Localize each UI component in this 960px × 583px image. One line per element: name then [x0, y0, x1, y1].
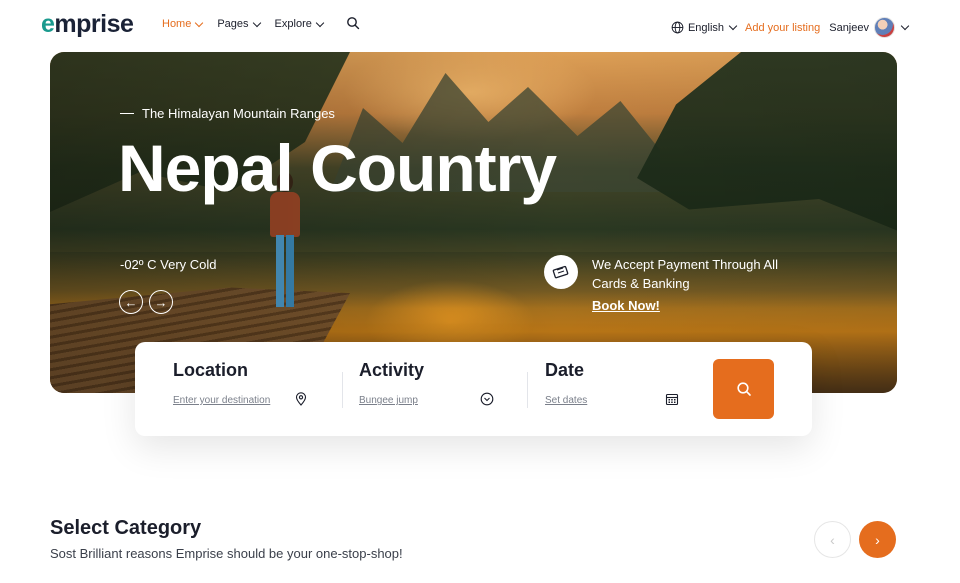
nav-item-label: Home — [162, 18, 192, 30]
logo-first-letter: e — [41, 10, 55, 38]
user-menu[interactable]: Sanjeev — [829, 17, 910, 38]
calendar-icon[interactable] — [665, 392, 679, 406]
divider — [342, 372, 343, 408]
date-label: Date — [545, 360, 585, 380]
payment-text: We Accept Payment Through All Cards & Ba… — [592, 257, 778, 291]
location-input[interactable]: Enter your destination — [173, 395, 270, 406]
language-label: English — [687, 21, 725, 34]
add-listing-link[interactable]: Add your listing — [745, 22, 820, 34]
temperature-text: -02º C Very Cold — [120, 257, 217, 272]
header-right: English Add your listing Sanjeev — [671, 17, 910, 38]
activity-select[interactable]: Bungee jump — [359, 395, 418, 406]
category-prev-button[interactable]: ‹ — [814, 521, 851, 558]
arrow-right-icon[interactable]: → — [149, 290, 173, 314]
book-now-link[interactable]: Book Now! — [592, 298, 660, 313]
search-icon — [736, 382, 751, 396]
user-name: Sanjeev — [829, 21, 869, 34]
chevron-left-icon: ‹ — [830, 531, 835, 548]
date-field: Date Set dates — [545, 360, 679, 406]
chevron-down-icon — [252, 18, 261, 27]
chevron-right-icon: › — [875, 531, 880, 548]
divider — [527, 372, 528, 408]
arrow-left-icon[interactable]: ← — [119, 290, 143, 314]
logo[interactable]: emprise — [41, 10, 134, 39]
nav-item-pages[interactable]: Pages — [217, 18, 261, 30]
chevron-down-icon — [315, 18, 325, 27]
hero-title: Nepal Country — [118, 131, 557, 205]
chevron-down-icon — [900, 21, 910, 31]
globe-icon — [671, 21, 684, 34]
payment-info: We Accept Payment Through All Cards & Ba… — [544, 255, 792, 293]
site-header: emprise Home Pages Explore English Add y… — [0, 0, 960, 50]
nav-item-home[interactable]: Home — [162, 18, 204, 30]
chevron-circle-icon[interactable] — [480, 392, 494, 406]
nav-item-label: Explore — [274, 18, 312, 30]
logo-rest: mprise — [54, 10, 134, 38]
activity-field: Activity Bungee jump — [359, 360, 494, 406]
nav-item-label: Pages — [217, 18, 249, 30]
chevron-down-icon — [195, 18, 204, 27]
nav-item-explore[interactable]: Explore — [274, 18, 325, 30]
section-subtitle: Sost Brilliant reasons Emprise should be… — [50, 546, 403, 561]
main-nav: Home Pages Explore — [162, 18, 325, 30]
chevron-down-icon — [728, 21, 738, 31]
hero-slider-controls: ← → — [119, 290, 173, 314]
category-next-button[interactable]: › — [859, 521, 896, 558]
language-selector[interactable]: English — [671, 21, 738, 34]
ticket-icon — [544, 255, 578, 289]
search-panel: Location Enter your destination Activity… — [135, 342, 812, 436]
search-icon[interactable] — [346, 16, 360, 30]
location-field: Location Enter your destination — [173, 360, 307, 406]
dash-decoration — [120, 112, 134, 115]
map-pin-icon — [295, 392, 307, 406]
activity-label: Activity — [359, 360, 425, 380]
search-button[interactable] — [713, 359, 774, 419]
hero-subtitle: The Himalayan Mountain Ranges — [120, 106, 335, 121]
date-input[interactable]: Set dates — [545, 395, 587, 406]
avatar — [874, 17, 895, 38]
section-title: Select Category — [50, 517, 202, 539]
location-label: Location — [173, 360, 248, 380]
hero-subtitle-text: The Himalayan Mountain Ranges — [142, 106, 335, 121]
